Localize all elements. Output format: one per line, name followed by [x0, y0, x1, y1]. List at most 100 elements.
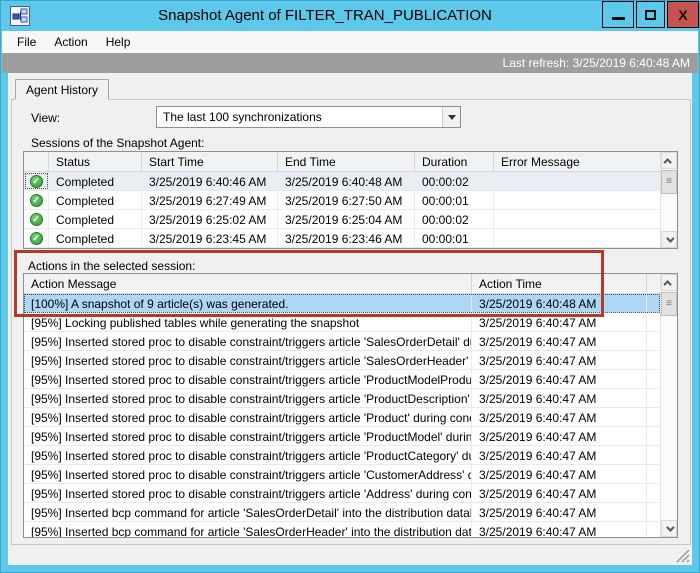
filler-cell: [647, 389, 660, 407]
table-row[interactable]: [95%] Inserted bcp command for article '…: [24, 522, 660, 537]
column-header-error-message[interactable]: Error Message: [494, 152, 660, 171]
action-message-cell: [95%] Inserted stored proc to disable co…: [24, 427, 472, 445]
scrollbar-thumb[interactable]: ≡: [661, 292, 677, 316]
view-dropdown-button[interactable]: [442, 107, 460, 127]
close-icon: X: [678, 7, 687, 23]
chevron-down-icon: [448, 115, 456, 120]
column-header-action-time[interactable]: Action Time: [472, 274, 647, 293]
status-icon-cell: ✓: [24, 210, 49, 228]
minimize-icon: [612, 17, 625, 20]
close-button[interactable]: X: [667, 1, 699, 28]
dialog-window: Snapshot Agent of FILTER_TRAN_PUBLICATIO…: [0, 0, 700, 573]
resize-grip-icon[interactable]: [676, 549, 690, 563]
menu-item-file[interactable]: File: [8, 31, 45, 53]
duration-cell: 00:00:01: [415, 229, 494, 247]
chevron-up-icon: [663, 158, 671, 166]
column-header-status[interactable]: Status: [49, 152, 142, 171]
status-cell: Completed: [49, 172, 142, 190]
scrollbar-thumb[interactable]: ≡: [661, 170, 677, 194]
title-bar[interactable]: Snapshot Agent of FILTER_TRAN_PUBLICATIO…: [1, 1, 699, 31]
check-circle-icon: ✓: [30, 213, 43, 226]
chevron-down-icon: [666, 234, 674, 242]
filler-cell: [647, 351, 660, 369]
table-row[interactable]: [95%] Inserted stored proc to disable co…: [24, 446, 660, 465]
table-row[interactable]: [95%] Locking published tables while gen…: [24, 313, 660, 332]
action-time-cell: 3/25/2019 6:40:47 AM: [472, 389, 647, 407]
table-row[interactable]: [100%] A snapshot of 9 article(s) was ge…: [24, 294, 660, 313]
scroll-down-button[interactable]: [661, 520, 677, 537]
column-header-end-time[interactable]: End Time: [278, 152, 415, 171]
chevron-up-icon: [663, 280, 671, 288]
table-row[interactable]: [95%] Inserted stored proc to disable co…: [24, 389, 660, 408]
action-message-cell: [95%] Inserted stored proc to disable co…: [24, 446, 472, 464]
end-time-cell: 3/25/2019 6:27:50 AM: [278, 191, 415, 209]
tab-agent-history[interactable]: Agent History: [15, 79, 109, 100]
table-row[interactable]: [95%] Inserted stored proc to disable co…: [24, 408, 660, 427]
action-message-cell: [95%] Inserted stored proc to disable co…: [24, 370, 472, 388]
check-circle-icon: ✓: [30, 175, 43, 188]
column-header-status-icon[interactable]: [24, 152, 49, 171]
table-row[interactable]: [95%] Inserted stored proc to disable co…: [24, 351, 660, 370]
sessions-label: Sessions of the Snapshot Agent:: [31, 136, 204, 150]
action-time-cell: 3/25/2019 6:40:47 AM: [472, 351, 647, 369]
table-row[interactable]: ✓Completed3/25/2019 6:23:45 AM3/25/2019 …: [24, 229, 660, 248]
scroll-up-button[interactable]: [661, 274, 677, 291]
column-header-action-message[interactable]: Action Message: [24, 274, 472, 293]
action-message-cell: [95%] Locking published tables while gen…: [24, 313, 472, 331]
actions-table: Action MessageAction Time [100%] A snaps…: [23, 273, 678, 538]
column-header-start-time[interactable]: Start Time: [142, 152, 278, 171]
start-time-cell: 3/25/2019 6:23:45 AM: [142, 229, 278, 247]
action-message-cell: [95%] Inserted stored proc to disable co…: [24, 332, 472, 350]
filler-cell: [647, 465, 660, 483]
view-dropdown[interactable]: The last 100 synchronizations: [156, 106, 461, 128]
duration-cell: 00:00:01: [415, 191, 494, 209]
error-message-cell: [494, 210, 660, 228]
menu-item-help[interactable]: Help: [97, 31, 140, 53]
table-row[interactable]: [95%] Inserted stored proc to disable co…: [24, 370, 660, 389]
filler-cell: [647, 446, 660, 464]
actions-scrollbar[interactable]: ≡: [660, 274, 677, 537]
action-message-cell: [95%] Inserted stored proc to disable co…: [24, 408, 472, 426]
table-row[interactable]: ✓Completed3/25/2019 6:25:02 AM3/25/2019 …: [24, 210, 660, 229]
filler-cell: [647, 522, 660, 537]
error-message-cell: [494, 229, 660, 247]
table-row[interactable]: [95%] Inserted stored proc to disable co…: [24, 465, 660, 484]
minimize-button[interactable]: [602, 1, 634, 28]
chevron-down-icon: [666, 523, 674, 531]
maximize-button[interactable]: [636, 1, 665, 28]
action-message-cell: [95%] Inserted stored proc to disable co…: [24, 351, 472, 369]
table-row[interactable]: ✓Completed3/25/2019 6:27:49 AM3/25/2019 …: [24, 191, 660, 210]
action-time-cell: 3/25/2019 6:40:47 AM: [472, 503, 647, 521]
menu-item-action[interactable]: Action: [45, 31, 96, 53]
last-refresh-bar: Last refresh: 3/25/2019 6:40:48 AM: [2, 53, 698, 73]
column-header-duration[interactable]: Duration: [415, 152, 494, 171]
window-title: Snapshot Agent of FILTER_TRAN_PUBLICATIO…: [61, 1, 589, 31]
status-icon-cell: ✓: [24, 229, 49, 247]
action-time-cell: 3/25/2019 6:40:47 AM: [472, 465, 647, 483]
filler-cell: [647, 313, 660, 331]
table-row[interactable]: [95%] Inserted bcp command for article '…: [24, 503, 660, 522]
console-window-icon: [10, 6, 30, 26]
table-row[interactable]: [95%] Inserted stored proc to disable co…: [24, 484, 660, 503]
action-time-cell: 3/25/2019 6:40:47 AM: [472, 484, 647, 502]
dialog-content: Agent History View: The last 100 synchro…: [8, 73, 692, 565]
action-message-cell: [95%] Inserted stored proc to disable co…: [24, 389, 472, 407]
table-row[interactable]: [95%] Inserted stored proc to disable co…: [24, 332, 660, 351]
action-message-cell: [95%] Inserted bcp command for article '…: [24, 522, 472, 537]
filler-cell: [647, 408, 660, 426]
end-time-cell: 3/25/2019 6:25:04 AM: [278, 210, 415, 228]
sessions-header: StatusStart TimeEnd TimeDurationError Me…: [24, 152, 660, 172]
sessions-scrollbar[interactable]: ≡: [660, 152, 677, 248]
action-time-cell: 3/25/2019 6:40:47 AM: [472, 370, 647, 388]
table-row[interactable]: [95%] Inserted stored proc to disable co…: [24, 427, 660, 446]
column-header-filler: [647, 274, 660, 293]
action-time-cell: 3/25/2019 6:40:47 AM: [472, 446, 647, 464]
action-time-cell: 3/25/2019 6:40:47 AM: [472, 427, 647, 445]
table-row[interactable]: ✓Completed3/25/2019 6:40:46 AM3/25/2019 …: [24, 172, 660, 191]
scroll-up-button[interactable]: [661, 152, 677, 169]
scroll-down-button[interactable]: [661, 231, 677, 248]
action-message-cell: [95%] Inserted stored proc to disable co…: [24, 484, 472, 502]
filler-cell: [647, 484, 660, 502]
status-cell: Completed: [49, 229, 142, 247]
filler-cell: [647, 370, 660, 388]
